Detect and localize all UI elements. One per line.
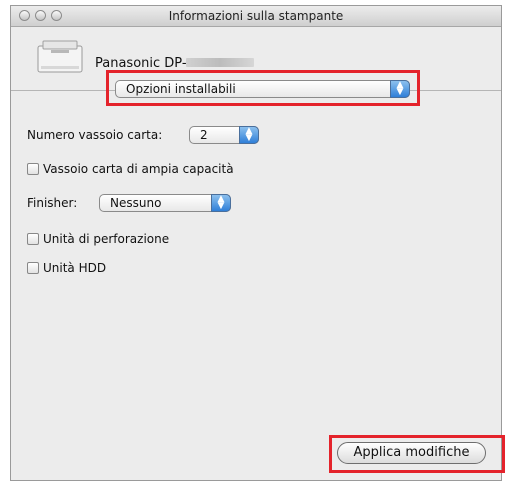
finisher-value: Nessuno (110, 196, 162, 210)
finisher-label: Finisher: (27, 196, 78, 210)
tray-count-label: Numero vassoio carta: (27, 128, 163, 142)
punch-unit-label: Unità di perforazione (43, 232, 170, 246)
large-tray-label: Vassoio carta di ampia capacità (43, 162, 234, 176)
apply-changes-button[interactable]: Applica modifiche (337, 442, 486, 464)
hdd-unit-label: Unità HDD (43, 261, 107, 275)
popup-arrows-icon: ▲ ▼ (239, 126, 259, 144)
section-popup[interactable]: Opzioni installabili ▲ ▼ (115, 80, 410, 98)
printer-icon (37, 40, 83, 74)
section-popup-value: Opzioni installabili (126, 82, 236, 96)
window-title: Informazioni sulla stampante (168, 9, 344, 23)
printer-name: Panasonic DP- (95, 56, 187, 71)
popup-arrows-icon: ▲ ▼ (211, 194, 231, 212)
popup-arrows-icon: ▲ ▼ (390, 80, 410, 98)
hdd-unit-checkbox[interactable] (27, 262, 39, 274)
tray-count-value: 2 (200, 128, 208, 142)
redacted-model-number (186, 58, 254, 67)
large-tray-checkbox[interactable] (27, 163, 39, 175)
tray-count-popup[interactable]: 2 ▲ ▼ (189, 126, 259, 144)
printer-info-window: Informazioni sulla stampante Panasonic D… (10, 5, 505, 481)
finisher-popup[interactable]: Nessuno ▲ ▼ (99, 194, 231, 212)
punch-unit-checkbox[interactable] (27, 233, 39, 245)
title-bar[interactable]: Informazioni sulla stampante (11, 6, 501, 27)
